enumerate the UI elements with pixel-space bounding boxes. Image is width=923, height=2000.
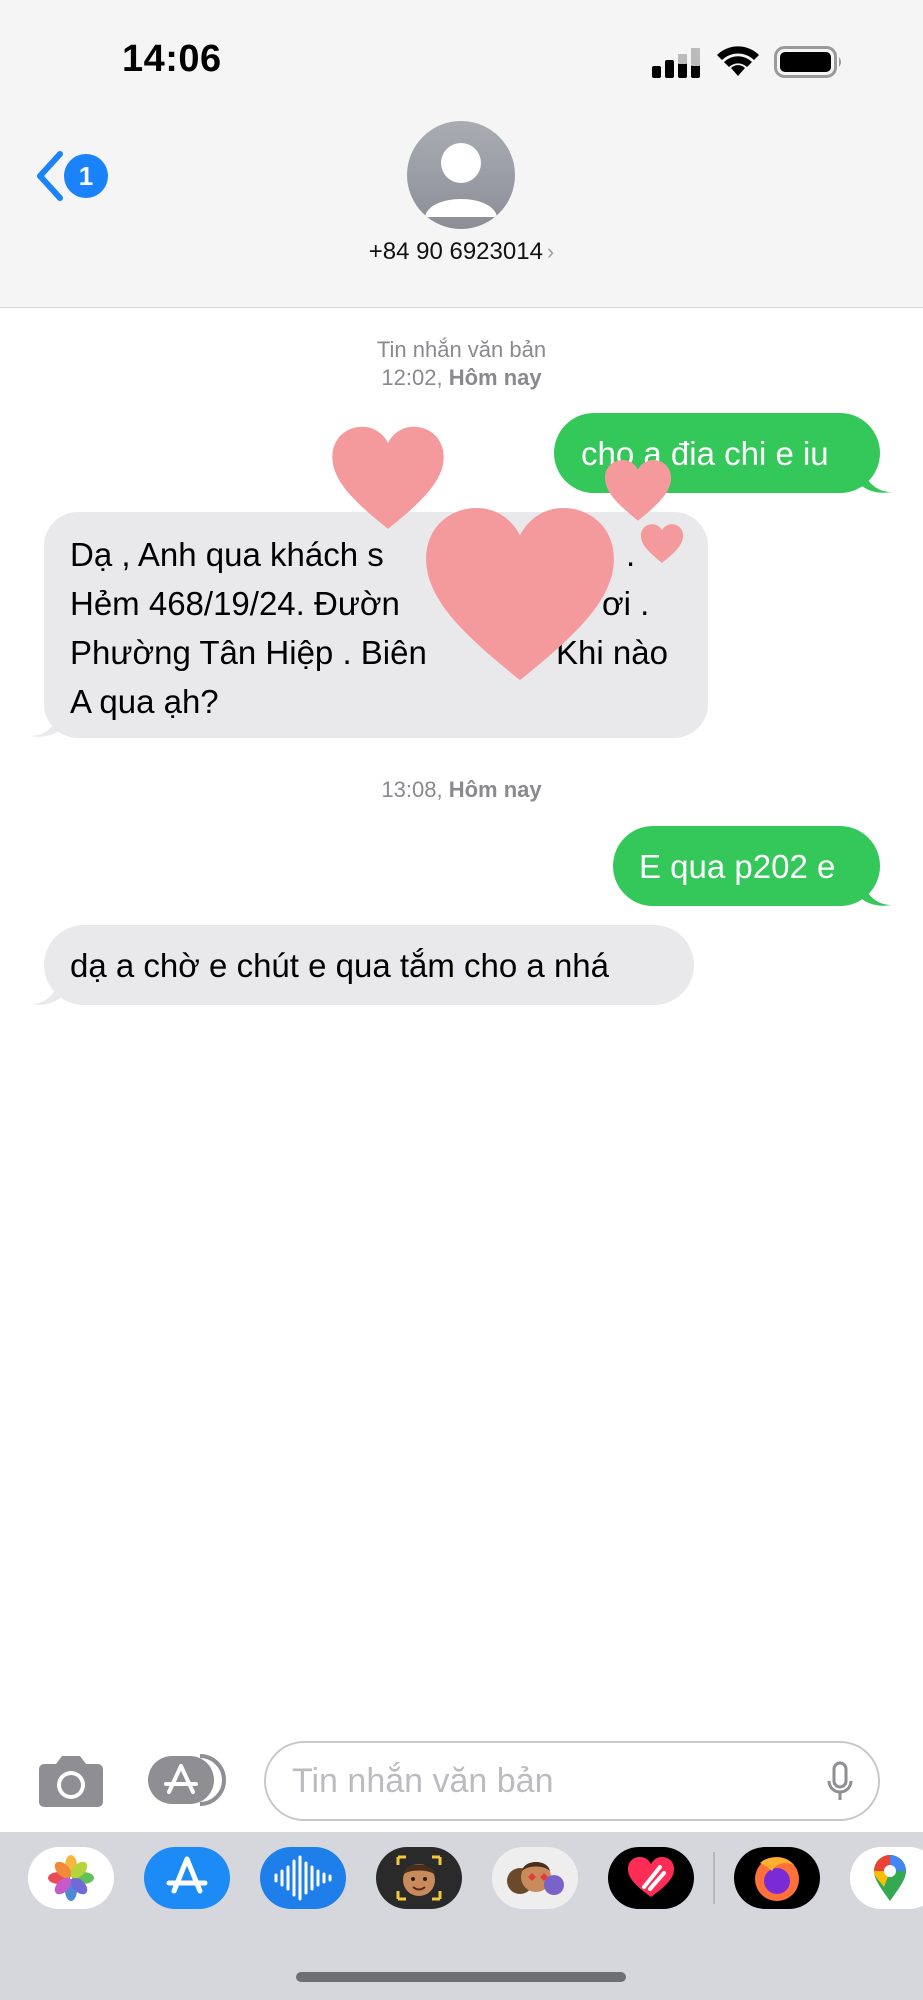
message-type-label: Tin nhắn văn bản <box>376 337 547 362</box>
incoming-message[interactable]: dạ a chờ e chút e qua tắm cho a nhá <box>44 925 694 1005</box>
conversation-header: 14:06 1 +84 90 6923014 › <box>0 0 923 308</box>
timestamp: 13:08, Hôm nay <box>381 777 542 802</box>
app-drawer-divider <box>713 1852 715 1904</box>
bubble-tail <box>30 710 60 737</box>
message-text: E qua p202 e <box>639 848 836 885</box>
chevron-left-icon <box>37 151 63 201</box>
audio-message-app-icon[interactable] <box>260 1847 346 1909</box>
timestamp: 12:02, Hôm nay <box>381 365 542 390</box>
contact-number: +84 90 6923014 <box>368 238 543 265</box>
bubble-tail <box>30 978 60 1005</box>
heart-sticker <box>426 508 614 681</box>
contact-name[interactable]: +84 90 6923014 › <box>0 238 923 266</box>
microphone-icon[interactable] <box>826 1761 854 1803</box>
wifi-icon <box>717 46 759 76</box>
person-icon <box>425 143 497 217</box>
camera-icon[interactable] <box>38 1752 104 1808</box>
heart-sticker <box>604 460 672 521</box>
memoji-stickers-app-icon[interactable] <box>492 1847 578 1909</box>
message-input[interactable] <box>292 1743 792 1819</box>
status-time: 14:06 <box>122 38 222 80</box>
back-button[interactable]: 1 <box>34 150 114 202</box>
message-fragment: . <box>626 536 636 573</box>
outgoing-message[interactable]: E qua p202 e <box>613 826 880 906</box>
message-line: A qua ạh? <box>70 683 219 720</box>
unread-badge: 1 <box>64 154 108 198</box>
bubble-tail <box>862 466 892 493</box>
app-store-app-icon[interactable] <box>144 1847 230 1909</box>
digital-touch-app-icon[interactable] <box>608 1847 694 1909</box>
photos-app-icon[interactable] <box>28 1847 114 1909</box>
message-compose-field[interactable] <box>264 1741 880 1821</box>
cellular-signal-icon <box>652 48 700 78</box>
google-maps-app-icon[interactable] <box>850 1847 923 1909</box>
chevron-right-icon: › <box>546 239 555 264</box>
firefox-app-icon[interactable] <box>734 1847 820 1909</box>
heart-sticker <box>640 524 684 563</box>
contact-avatar[interactable] <box>407 121 515 229</box>
timestamp-header: Tin nhắn văn bản 12:02, Hôm nay <box>0 336 923 392</box>
app-store-icon[interactable] <box>148 1754 228 1806</box>
message-text: dạ a chờ e chút e qua tắm cho a nhá <box>70 947 610 984</box>
bubble-tail <box>862 879 892 906</box>
home-indicator <box>296 1972 626 1982</box>
battery-icon <box>774 46 841 78</box>
app-drawer <box>0 1832 923 2000</box>
memoji-app-icon[interactable] <box>376 1847 462 1909</box>
